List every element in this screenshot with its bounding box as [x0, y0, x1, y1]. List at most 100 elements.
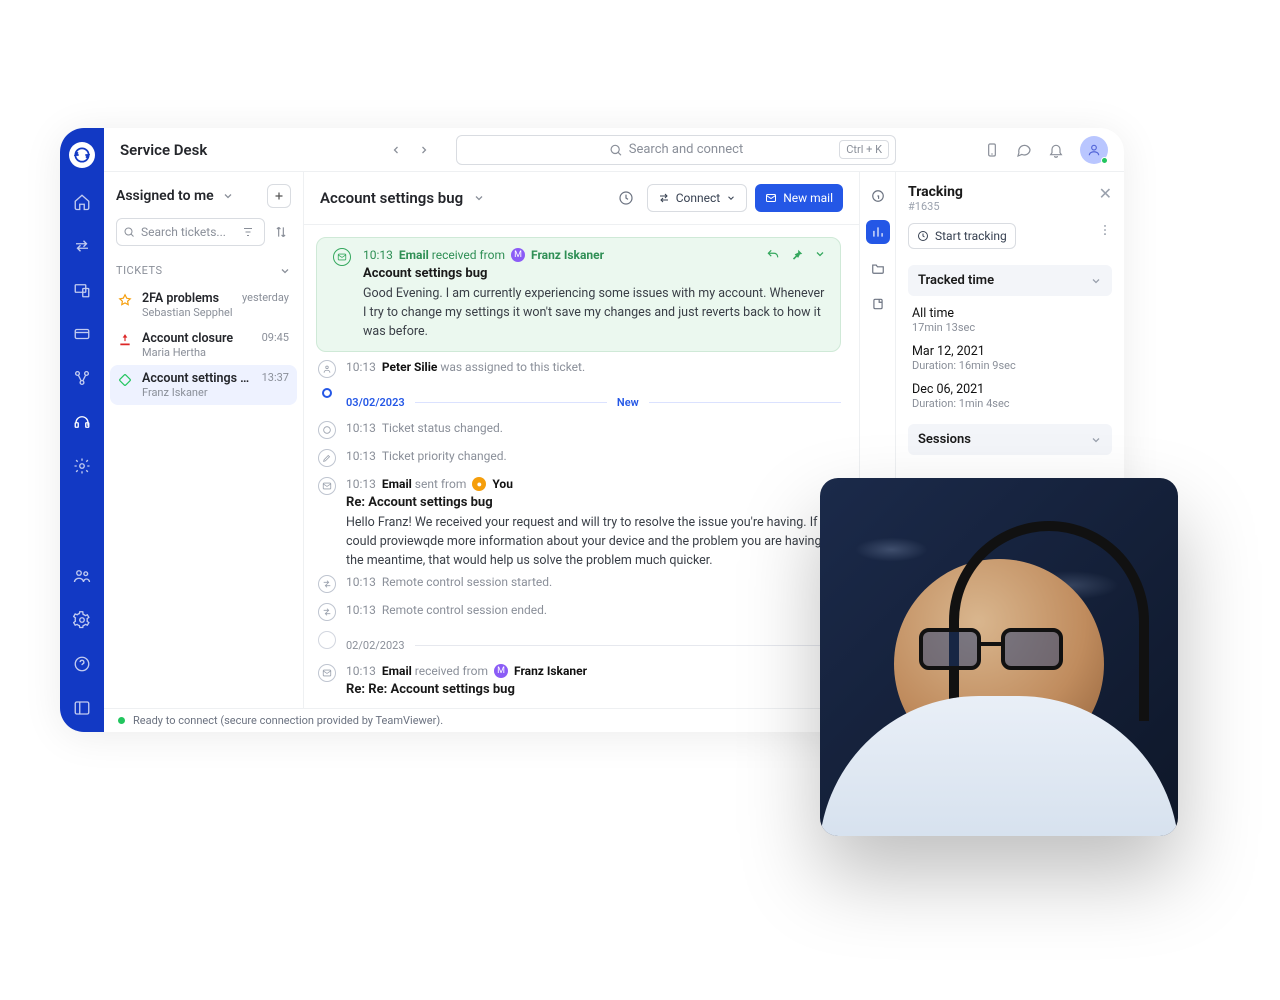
help-icon[interactable]: [72, 654, 92, 674]
user-avatar[interactable]: [1080, 136, 1108, 164]
shortcut-badge: Ctrl + K: [839, 140, 889, 159]
timeline-entry: 10:13Ticket status changed.: [316, 421, 841, 445]
search-icon: [123, 226, 135, 238]
collapse-icon[interactable]: [72, 698, 92, 718]
card-icon[interactable]: [72, 324, 92, 344]
devices-icon[interactable]: [72, 280, 92, 300]
note-icon[interactable]: [866, 292, 890, 316]
ticket-type-icon: [118, 373, 134, 389]
presence-indicator: [1101, 157, 1108, 164]
agent-photo: [820, 478, 1178, 836]
thread-title: Account settings bug: [320, 189, 463, 207]
status-icon: [318, 421, 336, 439]
tracking-title: Tracking: [908, 184, 963, 200]
timeline-entry: 10:13Remote control session started.: [316, 575, 841, 599]
message-subject: Account settings bug: [363, 266, 826, 281]
mail-icon: [318, 664, 336, 682]
ticket-type-icon: [118, 333, 134, 349]
avatar-icon: M: [511, 248, 525, 262]
nav-forward-button[interactable]: [414, 140, 434, 160]
chevron-down-icon[interactable]: [473, 192, 485, 204]
timeline-entry: 10:13Peter Silie was assigned to this ti…: [316, 360, 841, 384]
divider-dot: [322, 388, 332, 398]
search-placeholder: Search and connect: [629, 142, 744, 157]
device-icon[interactable]: [984, 142, 1000, 158]
timeline-entry: 10:13Remote control session ended.: [316, 603, 841, 627]
filter-icon[interactable]: [238, 226, 258, 238]
chevron-down-icon: [726, 193, 736, 203]
add-ticket-button[interactable]: [267, 184, 291, 208]
nav-back-button[interactable]: [386, 140, 406, 160]
bell-icon[interactable]: [1048, 142, 1064, 158]
global-search[interactable]: Search and connect Ctrl + K: [456, 135, 896, 165]
divider-dot: [318, 631, 336, 649]
swap-icon: [318, 603, 336, 621]
ticket-id: #1635: [908, 200, 963, 213]
tickets-section-header[interactable]: TICKETS: [104, 256, 303, 285]
ticket-filter-title[interactable]: Assigned to me: [116, 188, 214, 204]
more-icon[interactable]: [1098, 223, 1112, 249]
mail-icon: [318, 477, 336, 495]
timeline-entry: 10:13Ticket priority changed.: [316, 449, 841, 473]
ticket-search-input[interactable]: Search tickets...: [116, 218, 265, 246]
nav-rail: [60, 128, 104, 732]
chat-icon[interactable]: [1016, 142, 1032, 158]
chevron-down-icon[interactable]: [222, 190, 234, 202]
app-logo[interactable]: [69, 142, 95, 168]
new-mail-button[interactable]: New mail: [755, 184, 843, 212]
tracked-entry: Dec 06, 2021Duration: 1min 4sec: [912, 382, 1108, 410]
close-button[interactable]: ✕: [1099, 184, 1112, 203]
folder-icon[interactable]: [866, 256, 890, 280]
tracked-time-accordion[interactable]: Tracked time: [908, 265, 1112, 296]
status-text: Ready to connect (secure connection prov…: [133, 714, 443, 727]
swap-icon: [318, 575, 336, 593]
timeline-entry[interactable]: 10:13 Email received from M Franz Iskane…: [316, 664, 841, 701]
users-icon[interactable]: [72, 566, 92, 586]
clock-icon[interactable]: [613, 185, 639, 211]
start-tracking-button[interactable]: Start tracking: [908, 223, 1016, 249]
service-desk-icon[interactable]: [72, 412, 92, 432]
user-icon: [318, 360, 336, 378]
timeline-entry[interactable]: 10:13 Email sent from ● You Re: Account …: [316, 477, 841, 570]
workflow-icon[interactable]: [72, 368, 92, 388]
pin-icon[interactable]: [790, 248, 804, 262]
ticket-item[interactable]: Account closureMaria Hertha 09:45: [110, 325, 297, 365]
ticket-item[interactable]: 2FA problemsSebastian Sepphel yesterday: [110, 285, 297, 325]
clock-icon: [917, 230, 929, 242]
ticket-thread-pane: Account settings bug Connect Ne: [304, 172, 860, 708]
message-body: Hello Franz! We received your request an…: [346, 514, 841, 570]
app-title: Service Desk: [120, 141, 298, 159]
message-body: Good Evening. I am currently experiencin…: [363, 285, 826, 341]
timeline-entry[interactable]: 10:13 Email received from M Franz Iskane…: [316, 237, 841, 352]
ticket-item[interactable]: Account settings bugFranz Iskaner 13:37: [110, 365, 297, 405]
chevron-down-icon[interactable]: [814, 248, 826, 262]
date-divider: 02/02/2023: [346, 639, 841, 652]
message-subject: Re: Re: Account settings bug: [346, 682, 841, 697]
settings-icon[interactable]: [72, 610, 92, 630]
message-subject: Re: Account settings bug: [346, 495, 841, 510]
stats-icon[interactable]: [866, 220, 890, 244]
ticket-type-icon: [118, 293, 134, 309]
topbar: Service Desk Search and connect Ctrl + K: [104, 128, 1124, 172]
swap-icon: [658, 192, 670, 204]
transfer-icon[interactable]: [72, 236, 92, 256]
sort-icon[interactable]: [271, 218, 291, 246]
reply-icon[interactable]: [766, 248, 780, 262]
tracked-total: All time17min 13sec: [912, 306, 1108, 334]
search-icon: [609, 143, 623, 157]
avatar-icon: ●: [472, 477, 486, 491]
gear-icon[interactable]: [72, 456, 92, 476]
sessions-accordion[interactable]: Sessions: [908, 424, 1112, 455]
date-divider: 03/02/2023New: [346, 396, 841, 409]
connect-button[interactable]: Connect: [647, 184, 747, 212]
mail-icon: [765, 192, 777, 204]
edit-icon: [318, 449, 336, 467]
status-dot-icon: [118, 717, 125, 724]
info-icon[interactable]: [866, 184, 890, 208]
ticket-list-pane: Assigned to me Search tickets... TI: [104, 172, 304, 708]
mail-icon: [333, 248, 351, 266]
tracked-entry: Mar 12, 2021Duration: 16min 9sec: [912, 344, 1108, 372]
chevron-down-icon: [279, 265, 291, 277]
avatar-icon: M: [494, 664, 508, 678]
home-icon[interactable]: [72, 192, 92, 212]
